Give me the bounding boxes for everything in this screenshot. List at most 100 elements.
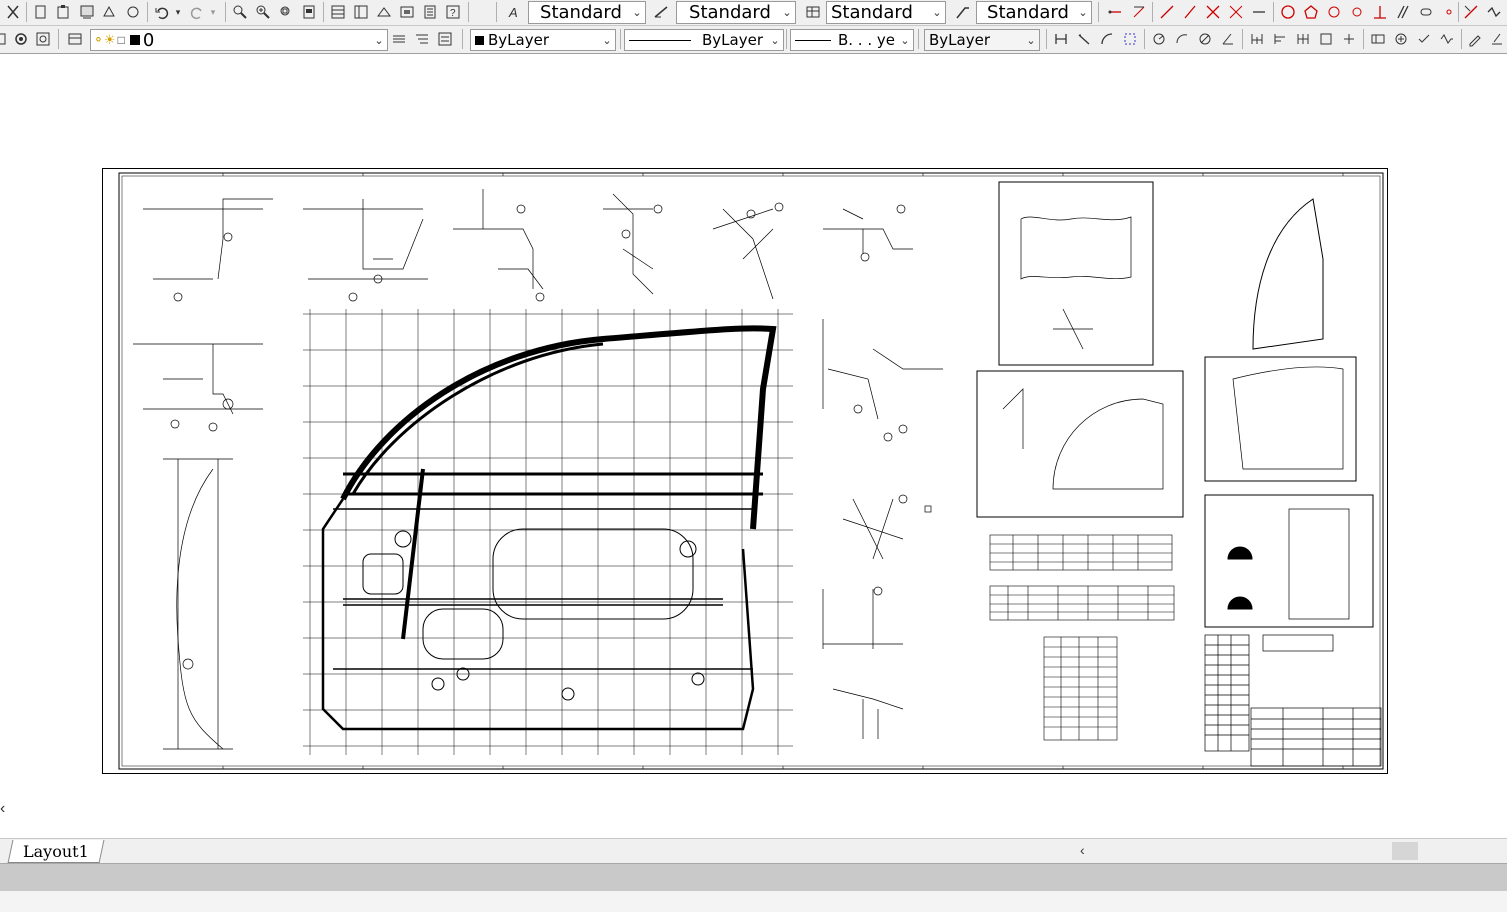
polygon-icon[interactable] [1302,3,1320,21]
toolbar-separator [1458,2,1459,22]
paste-icon[interactable] [55,3,73,21]
crosshair-cursor: ‹ [0,800,6,817]
quick-dimension-icon[interactable] [1248,30,1266,48]
line-icon[interactable] [1106,3,1124,21]
lightbulb-icon: ⚬ [93,32,104,47]
arc-length-icon[interactable] [1098,30,1116,48]
zoom-realtime-icon[interactable] [254,3,272,21]
chevron-down-icon: ⌄ [932,7,942,19]
redo-icon[interactable] [188,3,206,21]
node-icon[interactable] [1440,3,1458,21]
tolerance-icon[interactable] [1369,30,1387,48]
circle-icon[interactable] [1279,3,1297,21]
linear-dimension-icon[interactable] [1052,30,1070,48]
copy-icon[interactable] [32,3,50,21]
aligned-dimension-icon[interactable] [1075,30,1093,48]
layer-previous-icon[interactable] [413,30,431,48]
point-icon[interactable] [1348,3,1366,21]
horizontal-scrollbar[interactable]: ‹ [1070,842,1507,860]
chevron-down-icon: ⌄ [602,34,612,47]
drawing-canvas[interactable] [0,55,1507,838]
baseline-icon[interactable] [1271,30,1289,48]
trim-icon[interactable] [1462,3,1480,21]
toolbar-separator [462,29,463,49]
inspect-icon[interactable] [1415,30,1433,48]
data-tables [989,534,1175,741]
lineweight-select[interactable]: B. . . ye ⌄ [790,29,914,51]
jogged-icon[interactable] [1173,30,1191,48]
scrollbar-thumb[interactable] [1392,842,1418,860]
construction-line-icon[interactable] [1204,3,1222,21]
dimension-edit-icon[interactable] [1466,30,1484,48]
gear-icon[interactable] [12,30,30,48]
help-icon[interactable]: ? [444,3,462,21]
space-icon[interactable] [1317,30,1335,48]
mleader-style-icon[interactable] [954,3,972,21]
angular-icon[interactable] [1219,30,1237,48]
make-current-icon[interactable] [390,30,408,48]
layer-select[interactable]: ⚬ ☀ □ 0 ⌄ [90,29,388,51]
zoom-window-icon[interactable] [277,3,295,21]
table-style-select[interactable]: Standard ⌄ [826,1,946,24]
dash-line-icon[interactable] [1250,3,1268,21]
markup-icon[interactable] [421,3,439,21]
polyline-icon[interactable] [1158,3,1176,21]
tab-layout1[interactable]: Layout1 [7,840,105,863]
xline-icon[interactable] [1130,3,1148,21]
tool-palettes-icon[interactable] [375,3,393,21]
text-style-select[interactable]: Standard ⌄ [528,1,646,24]
zoom-previous-icon[interactable] [300,3,318,21]
chevron-down-icon: ⌄ [632,7,642,19]
cut-icon[interactable] [4,3,22,21]
diameter-icon[interactable] [1196,30,1214,48]
block-editor-icon[interactable] [101,3,119,21]
redraw-icon[interactable] [124,3,142,21]
redo-dropdown-icon[interactable]: ▾ [207,3,219,21]
toolbar-separator [323,2,324,22]
parallel-icon[interactable] [1394,3,1412,21]
door-drawing [118,172,1384,770]
ordinate-icon[interactable] [1121,30,1139,48]
linetype-select[interactable]: ByLayer ⌄ [624,29,784,51]
undo-icon[interactable] [153,3,171,21]
match-properties-icon[interactable] [78,3,96,21]
pan-icon[interactable] [231,3,249,21]
toolbar-separator [58,29,59,49]
color-select[interactable]: ByLayer ⌄ [470,29,616,51]
center-mark-icon[interactable] [1392,30,1410,48]
chevron-down-icon: ⌄ [782,7,792,19]
mleader-style-value: Standard [987,2,1069,23]
layer-manager-icon[interactable] [66,30,84,48]
design-center-icon[interactable] [352,3,370,21]
spline-icon[interactable] [1325,3,1343,21]
extend-icon[interactable] [1485,3,1503,21]
text-style-icon[interactable]: A [506,3,524,21]
undo-dropdown-icon[interactable]: ▾ [172,3,184,21]
mline-icon[interactable] [1227,3,1245,21]
chevron-down-icon: ⌄ [1078,7,1088,19]
plot-style-select[interactable]: ByLayer ⌄ [924,29,1040,51]
toolbar-separator [468,2,469,22]
mleader-style-select[interactable]: Standard ⌄ [976,1,1092,24]
dimension-text-edit-icon[interactable] [1488,30,1506,48]
table-style-icon[interactable] [804,3,822,21]
perpendicular-icon[interactable] [1371,3,1389,21]
ray-icon[interactable] [1181,3,1199,21]
toolbar-separator [1152,2,1153,22]
layer-settings-icon[interactable] [34,30,52,48]
dim-style-select[interactable]: Standard ⌄ [676,1,796,24]
radius-icon[interactable] [1150,30,1168,48]
jogged-linear-icon[interactable] [1438,30,1456,48]
chevron-down-icon: ⌄ [1026,34,1036,47]
dim-style-icon[interactable] [652,3,670,21]
dim-style-value: Standard [689,2,771,23]
continue-icon[interactable] [1294,30,1312,48]
color-value: ByLayer [488,31,549,49]
scroll-left-icon[interactable]: ‹ [1080,842,1085,858]
insert-icon[interactable] [1417,3,1435,21]
toolbar-separator [1098,2,1099,22]
layer-state-icon[interactable] [436,30,454,48]
properties-icon[interactable] [329,3,347,21]
break-icon[interactable] [1340,30,1358,48]
sheet-set-icon[interactable] [398,3,416,21]
